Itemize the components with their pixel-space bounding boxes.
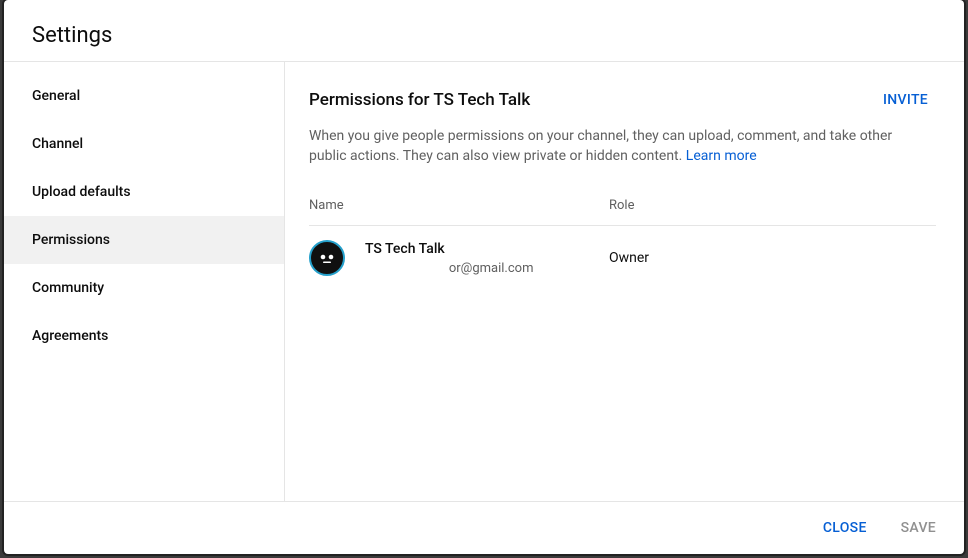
modal-title: Settings bbox=[32, 23, 936, 48]
user-role: Owner bbox=[609, 250, 649, 266]
settings-content: Permissions for TS Tech Talk INVITE When… bbox=[285, 62, 964, 501]
table-row: TS Tech Talk or@gmail.com Owner bbox=[309, 226, 936, 290]
sidebar-item-channel[interactable]: Channel bbox=[4, 120, 284, 168]
modal-header: Settings bbox=[4, 0, 964, 62]
learn-more-link[interactable]: Learn more bbox=[686, 148, 757, 164]
settings-modal: Settings General Channel Upload defaults… bbox=[4, 0, 964, 554]
modal-footer: CLOSE SAVE bbox=[4, 501, 964, 554]
settings-sidebar: General Channel Upload defaults Permissi… bbox=[4, 62, 285, 501]
column-header-name: Name bbox=[309, 198, 609, 213]
modal-body: General Channel Upload defaults Permissi… bbox=[4, 62, 964, 501]
sidebar-item-agreements[interactable]: Agreements bbox=[4, 312, 284, 360]
content-header: Permissions for TS Tech Talk INVITE bbox=[309, 86, 936, 114]
user-name: TS Tech Talk bbox=[365, 241, 609, 257]
column-header-role: Role bbox=[609, 198, 936, 213]
invite-button[interactable]: INVITE bbox=[875, 86, 936, 114]
permissions-table: Name Role TS Tech Talk bbox=[309, 198, 936, 290]
user-info: TS Tech Talk or@gmail.com bbox=[365, 241, 609, 276]
table-header: Name Role bbox=[309, 198, 936, 226]
robot-face-icon bbox=[318, 252, 336, 264]
sidebar-item-upload-defaults[interactable]: Upload defaults bbox=[4, 168, 284, 216]
content-description: When you give people permissions on your… bbox=[309, 126, 909, 166]
description-text: When you give people permissions on your… bbox=[309, 128, 892, 164]
sidebar-item-permissions[interactable]: Permissions bbox=[4, 216, 284, 264]
save-button[interactable]: SAVE bbox=[893, 514, 944, 542]
sidebar-item-community[interactable]: Community bbox=[4, 264, 284, 312]
sidebar-item-general[interactable]: General bbox=[4, 72, 284, 120]
user-email: or@gmail.com bbox=[365, 261, 609, 276]
close-button[interactable]: CLOSE bbox=[815, 514, 875, 542]
content-title: Permissions for TS Tech Talk bbox=[309, 90, 530, 110]
user-avatar bbox=[309, 240, 345, 276]
